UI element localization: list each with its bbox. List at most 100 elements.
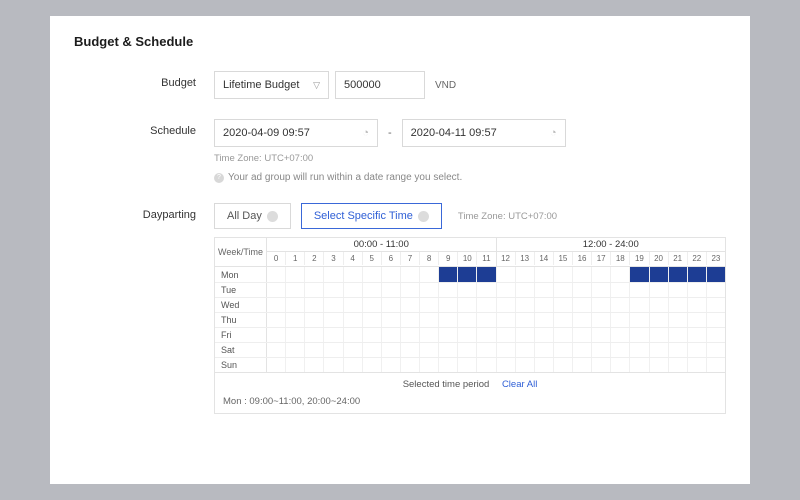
- hour-cell[interactable]: [344, 358, 363, 372]
- hour-cell[interactable]: [592, 283, 611, 297]
- hour-cell[interactable]: [344, 298, 363, 312]
- hour-cell[interactable]: [382, 328, 401, 342]
- hour-cell[interactable]: [439, 298, 458, 312]
- hour-cell[interactable]: [305, 267, 324, 282]
- hour-cell[interactable]: [286, 283, 305, 297]
- hour-cell[interactable]: [650, 328, 669, 342]
- hour-cell[interactable]: [535, 298, 554, 312]
- hour-cell[interactable]: [305, 298, 324, 312]
- hour-cell[interactable]: [688, 343, 707, 357]
- hour-cell[interactable]: [688, 283, 707, 297]
- hour-cell[interactable]: [650, 313, 669, 327]
- hour-cell[interactable]: [420, 283, 439, 297]
- hour-cell[interactable]: [382, 313, 401, 327]
- hour-cell[interactable]: [573, 343, 592, 357]
- schedule-end-input[interactable]: 2020-04-11 09:57 ◔: [402, 119, 566, 147]
- hour-cell[interactable]: [707, 298, 725, 312]
- hour-cell[interactable]: [669, 343, 688, 357]
- hour-cell[interactable]: [535, 358, 554, 372]
- hour-cell[interactable]: [630, 267, 649, 282]
- hour-cell[interactable]: [516, 298, 535, 312]
- hour-cell[interactable]: [305, 283, 324, 297]
- hour-cell[interactable]: [267, 267, 286, 282]
- hour-cell[interactable]: [305, 328, 324, 342]
- hour-cell[interactable]: [286, 313, 305, 327]
- hour-cell[interactable]: [401, 343, 420, 357]
- hour-cell[interactable]: [382, 298, 401, 312]
- hour-cell[interactable]: [420, 343, 439, 357]
- hour-cell[interactable]: [497, 298, 516, 312]
- hour-cell[interactable]: [420, 298, 439, 312]
- hour-cell[interactable]: [344, 343, 363, 357]
- hour-cell[interactable]: [267, 313, 286, 327]
- schedule-start-input[interactable]: 2020-04-09 09:57 ◔: [214, 119, 378, 147]
- hour-cell[interactable]: [573, 267, 592, 282]
- hour-cell[interactable]: [516, 358, 535, 372]
- hour-cell[interactable]: [477, 313, 496, 327]
- hour-cell[interactable]: [420, 358, 439, 372]
- hour-cell[interactable]: [286, 358, 305, 372]
- hour-cell[interactable]: [324, 358, 343, 372]
- hour-cell[interactable]: [516, 267, 535, 282]
- hour-cell[interactable]: [669, 267, 688, 282]
- hour-cell[interactable]: [650, 298, 669, 312]
- hour-cell[interactable]: [286, 328, 305, 342]
- hour-cell[interactable]: [650, 267, 669, 282]
- hour-cell[interactable]: [382, 267, 401, 282]
- hour-cell[interactable]: [707, 343, 725, 357]
- hour-cell[interactable]: [477, 343, 496, 357]
- hour-cell[interactable]: [363, 328, 382, 342]
- hour-cell[interactable]: [401, 328, 420, 342]
- hour-cell[interactable]: [344, 313, 363, 327]
- hour-cell[interactable]: [363, 283, 382, 297]
- hour-cell[interactable]: [592, 328, 611, 342]
- hour-cell[interactable]: [535, 267, 554, 282]
- hour-cell[interactable]: [650, 283, 669, 297]
- hour-cell[interactable]: [592, 298, 611, 312]
- hour-cell[interactable]: [554, 267, 573, 282]
- hour-cell[interactable]: [401, 358, 420, 372]
- hour-cell[interactable]: [497, 358, 516, 372]
- hour-cell[interactable]: [439, 313, 458, 327]
- hour-cell[interactable]: [516, 313, 535, 327]
- hour-cell[interactable]: [688, 328, 707, 342]
- hour-cell[interactable]: [630, 283, 649, 297]
- hour-cell[interactable]: [688, 313, 707, 327]
- hour-cell[interactable]: [420, 267, 439, 282]
- hour-cell[interactable]: [611, 298, 630, 312]
- hour-cell[interactable]: [267, 283, 286, 297]
- hour-cell[interactable]: [458, 328, 477, 342]
- hour-cell[interactable]: [516, 283, 535, 297]
- hour-cell[interactable]: [458, 267, 477, 282]
- hour-cell[interactable]: [650, 358, 669, 372]
- hour-cell[interactable]: [477, 328, 496, 342]
- hour-cell[interactable]: [382, 283, 401, 297]
- hour-cell[interactable]: [535, 313, 554, 327]
- hour-cell[interactable]: [554, 358, 573, 372]
- budget-type-select[interactable]: Lifetime Budget ▽: [214, 71, 329, 99]
- hour-cell[interactable]: [611, 267, 630, 282]
- hour-cell[interactable]: [305, 343, 324, 357]
- hour-cell[interactable]: [630, 358, 649, 372]
- hour-cell[interactable]: [592, 313, 611, 327]
- clear-all-link[interactable]: Clear All: [502, 379, 537, 390]
- hour-cell[interactable]: [611, 313, 630, 327]
- hour-cell[interactable]: [516, 343, 535, 357]
- hour-cell[interactable]: [573, 358, 592, 372]
- hour-cell[interactable]: [305, 313, 324, 327]
- hour-cell[interactable]: [592, 267, 611, 282]
- hour-cell[interactable]: [477, 283, 496, 297]
- hour-cell[interactable]: [382, 358, 401, 372]
- hour-cell[interactable]: [267, 358, 286, 372]
- hour-cell[interactable]: [707, 267, 725, 282]
- hour-cell[interactable]: [669, 328, 688, 342]
- hour-cell[interactable]: [420, 328, 439, 342]
- hour-cell[interactable]: [497, 267, 516, 282]
- hour-cell[interactable]: [439, 283, 458, 297]
- hour-cell[interactable]: [324, 283, 343, 297]
- hour-cell[interactable]: [630, 313, 649, 327]
- hour-cell[interactable]: [573, 283, 592, 297]
- hour-cell[interactable]: [324, 313, 343, 327]
- hour-cell[interactable]: [669, 283, 688, 297]
- hour-cell[interactable]: [554, 298, 573, 312]
